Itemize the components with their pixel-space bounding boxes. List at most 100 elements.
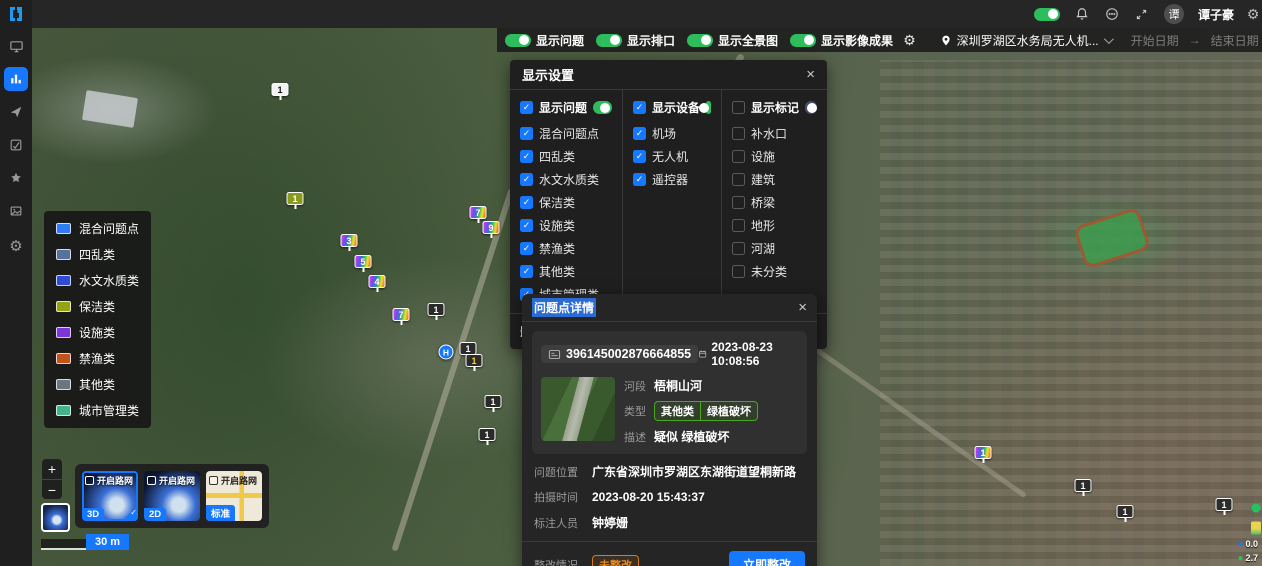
user-avatar[interactable]: 谭 <box>1164 4 1184 24</box>
issue-marker[interactable]: 5 <box>355 255 372 268</box>
item-checkbox[interactable]: ✓ <box>633 127 646 140</box>
close-icon[interactable]: × <box>806 67 815 82</box>
zoom-out-button[interactable]: − <box>42 479 62 499</box>
sidebar-item-monitor[interactable] <box>4 34 28 58</box>
settings-checkbox-item[interactable]: ✓遥控器 <box>633 171 711 188</box>
airport-marker[interactable]: H <box>439 345 454 360</box>
sidebar-item-star[interactable] <box>4 166 28 190</box>
issue-marker[interactable]: 1 <box>975 446 992 459</box>
issue-marker[interactable]: 1 <box>1216 498 1233 511</box>
issue-marker[interactable]: 9 <box>483 221 500 234</box>
issue-marker[interactable]: 1 <box>466 354 483 367</box>
sensor-marker[interactable] <box>1251 522 1261 535</box>
basemap-tile-3D[interactable]: 开启路网3D <box>82 471 138 521</box>
panel-title: 显示设置 <box>522 65 574 84</box>
group-checkbox[interactable]: ✓ <box>520 101 533 114</box>
settings-checkbox-item[interactable]: 建筑 <box>732 171 817 188</box>
item-checkbox[interactable] <box>732 196 745 209</box>
issue-marker[interactable]: 1 <box>272 83 289 96</box>
item-checkbox[interactable] <box>732 150 745 163</box>
road-network-checkbox[interactable] <box>85 476 94 485</box>
toggle-switch[interactable] <box>790 34 816 47</box>
notification-bell-icon[interactable] <box>1074 6 1090 22</box>
road-network-checkbox[interactable] <box>147 476 156 485</box>
settings-checkbox-item[interactable]: 设施 <box>732 148 817 165</box>
basemap-mini-thumbnail[interactable] <box>41 503 70 532</box>
item-checkbox[interactable] <box>732 265 745 278</box>
settings-checkbox-item[interactable]: ✓四乱类 <box>520 148 612 165</box>
toggle-switch[interactable] <box>505 34 531 47</box>
item-checkbox[interactable] <box>732 173 745 186</box>
settings-checkbox-item[interactable]: ✓其他类 <box>520 263 612 280</box>
marker-label: 1 <box>272 83 289 96</box>
basemap-tile-标准[interactable]: 开启路网标准 <box>206 471 262 521</box>
settings-checkbox-item[interactable]: ✓无人机 <box>633 148 711 165</box>
item-checkbox[interactable] <box>732 219 745 232</box>
display-settings-gear-icon[interactable]: ⚙ <box>903 32 916 49</box>
close-icon[interactable]: × <box>798 300 807 315</box>
more-circle-icon[interactable] <box>1104 6 1120 22</box>
sidebar-item-gallery[interactable] <box>4 199 28 223</box>
zoom-in-button[interactable]: + <box>42 459 62 479</box>
settings-checkbox-item[interactable]: 河湖 <box>732 240 817 257</box>
gear-icon[interactable]: ⚙ <box>1248 6 1258 22</box>
road-network-checkbox[interactable] <box>209 476 218 485</box>
toggle-switch[interactable] <box>687 34 713 47</box>
sidebar-item-settings[interactable]: ⚙ <box>4 234 28 258</box>
fullscreen-icon[interactable] <box>1134 6 1150 22</box>
issue-marker[interactable]: 1 <box>1075 479 1092 492</box>
road-network-option[interactable]: 开启路网 <box>85 474 133 487</box>
item-checkbox[interactable]: ✓ <box>633 173 646 186</box>
issue-marker[interactable]: 3 <box>341 234 358 247</box>
start-date-input[interactable]: 开始日期 <box>1131 32 1179 49</box>
settings-checkbox-item[interactable]: 补水口 <box>732 125 817 142</box>
settings-checkbox-item[interactable]: ✓水文水质类 <box>520 171 612 188</box>
item-checkbox[interactable]: ✓ <box>520 196 533 209</box>
group-toggle[interactable] <box>593 101 612 114</box>
issue-marker[interactable]: 7 <box>393 308 410 321</box>
settings-checkbox-item[interactable]: ✓保洁类 <box>520 194 612 211</box>
item-checkbox[interactable]: ✓ <box>520 127 533 140</box>
item-checkbox[interactable] <box>732 242 745 255</box>
item-checkbox[interactable]: ✓ <box>520 150 533 163</box>
settings-checkbox-item[interactable]: 桥梁 <box>732 194 817 211</box>
settings-checkbox-item[interactable]: 地形 <box>732 217 817 234</box>
issue-marker[interactable]: 7 <box>470 206 487 219</box>
settings-checkbox-item[interactable]: ✓混合问题点 <box>520 125 612 142</box>
settings-checkbox-item[interactable]: 未分类 <box>732 263 817 280</box>
group-toggle[interactable] <box>706 101 711 114</box>
issue-photo-thumbnail[interactable] <box>541 377 615 441</box>
device-dot-marker[interactable] <box>1252 504 1261 513</box>
settings-checkbox-item[interactable]: ✓禁渔类 <box>520 240 612 257</box>
header-quick-toggle[interactable] <box>1034 8 1060 21</box>
item-checkbox[interactable]: ✓ <box>520 173 533 186</box>
sidebar-item-annotate[interactable] <box>4 133 28 157</box>
issue-marker[interactable]: 1 <box>485 395 502 408</box>
group-checkbox[interactable] <box>732 101 745 114</box>
sidebar-item-send[interactable] <box>4 100 28 124</box>
app-logo[interactable] <box>0 0 32 28</box>
issue-marker[interactable]: 1 <box>1117 505 1134 518</box>
sidebar-item-dashboard[interactable] <box>4 67 28 91</box>
road-network-option[interactable]: 开启路网 <box>147 474 195 487</box>
issue-marker[interactable]: 1 <box>287 192 304 205</box>
toggle-switch[interactable] <box>596 34 622 47</box>
item-checkbox[interactable]: ✓ <box>520 265 533 278</box>
issue-marker[interactable]: 1 <box>428 303 445 316</box>
item-checkbox[interactable] <box>732 127 745 140</box>
issue-marker[interactable]: 4 <box>369 275 386 288</box>
user-name[interactable]: 谭子豪 <box>1198 6 1234 23</box>
basemap-tile-2D[interactable]: 开启路网2D <box>144 471 200 521</box>
road-network-option[interactable]: 开启路网 <box>209 474 257 487</box>
settings-checkbox-item[interactable]: ✓设施类 <box>520 217 612 234</box>
group-checkbox[interactable]: ✓ <box>633 101 646 114</box>
org-selector[interactable]: 深圳罗湖区水务局无人机... <box>940 32 1111 49</box>
item-checkbox[interactable]: ✓ <box>520 219 533 232</box>
fix-now-button[interactable]: 立即整改 <box>729 551 805 566</box>
end-date-input[interactable]: 结束日期 <box>1211 32 1259 49</box>
issue-marker[interactable]: 1 <box>479 428 496 441</box>
item-checkbox[interactable]: ✓ <box>633 150 646 163</box>
group-toggle[interactable] <box>805 101 817 114</box>
settings-checkbox-item[interactable]: ✓机场 <box>633 125 711 142</box>
item-checkbox[interactable]: ✓ <box>520 242 533 255</box>
